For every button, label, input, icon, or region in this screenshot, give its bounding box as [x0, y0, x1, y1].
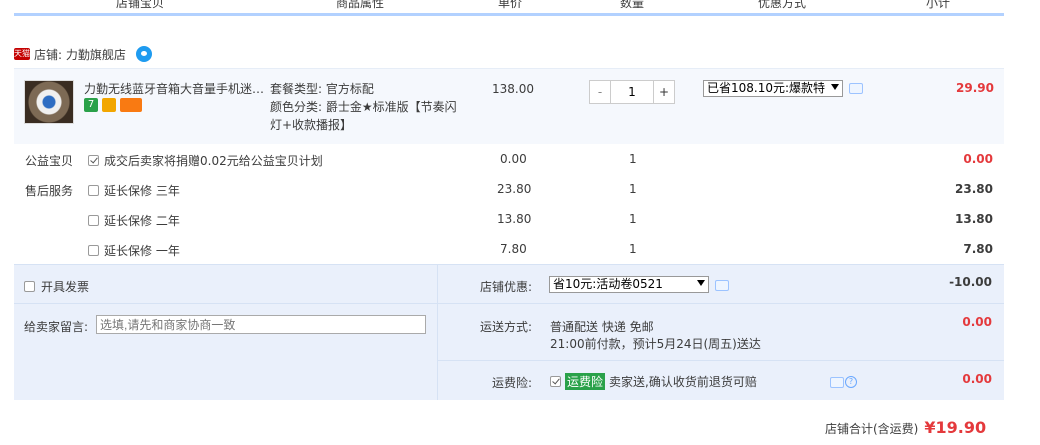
warranty-2y-subtotal: 13.80: [955, 212, 993, 226]
shop-discount-label: 店铺优惠:: [480, 280, 533, 294]
col-attributes: 商品属性: [336, 0, 385, 10]
item-subtotal: 29.90: [956, 81, 994, 95]
promo-info-chat-icon[interactable]: [849, 83, 863, 94]
warranty-1y-price: 7.80: [500, 242, 527, 256]
shipping-method: 普通配送 快递 免邮: [550, 320, 654, 334]
warranty-3y-price: 23.80: [497, 182, 532, 196]
shop-total: 店铺合计(含运费) ¥19.90: [825, 418, 986, 437]
warranty-icon[interactable]: [102, 98, 116, 112]
qty-decrease-button[interactable]: -: [590, 81, 610, 103]
warranty-3y-subtotal: 23.80: [955, 182, 993, 196]
warranty-1y-checkbox[interactable]: [88, 245, 99, 256]
after-sale-label: 售后服务: [25, 184, 74, 198]
header-divider: [14, 13, 1004, 16]
charity-option: 成交后卖家将捐赠0.02元给公益宝贝计划: [88, 152, 323, 169]
panel-divider: [437, 264, 438, 400]
attr-package: 套餐类型: 官方标配: [270, 82, 374, 96]
service-badges: 7: [84, 98, 142, 112]
shop-discount-select[interactable]: 省10元:活动卷0521: [549, 276, 709, 293]
product-title[interactable]: 力勤无线蓝牙音箱大音量手机迷…: [84, 80, 264, 97]
promo-select[interactable]: 已省108.10元:爆款特: [703, 80, 843, 97]
message-label: 给卖家留言:: [24, 320, 89, 334]
message-input[interactable]: [96, 315, 426, 334]
col-quantity: 数量: [620, 0, 645, 10]
unit-price: 138.00: [492, 82, 534, 96]
warranty-2y-qty: 1: [629, 212, 637, 226]
warranty-2y-price: 13.80: [497, 212, 532, 226]
shop-total-amount: ¥19.90: [924, 418, 987, 437]
discount-info-chat-icon[interactable]: [715, 280, 729, 291]
invoice-checkbox[interactable]: [24, 281, 35, 292]
promo-select-value: 已省108.10元:爆款特: [707, 81, 826, 95]
warranty-2y-text: 延长保修 二年: [104, 214, 180, 228]
warranty-3y-qty: 1: [629, 182, 637, 196]
freight-insurance-label: 运费险:: [492, 376, 533, 390]
warranty-1y-subtotal: 7.80: [963, 242, 993, 256]
shop-header: 天猫 店铺: 力勤旗舰店: [14, 44, 152, 64]
wangwang-chat-icon[interactable]: [135, 46, 152, 62]
shop-total-label: 店铺合计(含运费): [825, 422, 919, 436]
warranty-option-3y: 延长保修 三年: [88, 182, 180, 199]
warranty-1y-text: 延长保修 一年: [104, 244, 180, 258]
insurance-chat-icon[interactable]: [830, 377, 844, 388]
shop-discount-amount: -10.00: [949, 275, 992, 289]
freight-insurance-option: 运费险 卖家送,确认收货前退货可赔: [550, 373, 757, 390]
freight-insurance-amount: 0.00: [962, 372, 992, 386]
product-thumbnail[interactable]: [24, 80, 74, 124]
warranty-2y-checkbox[interactable]: [88, 215, 99, 226]
shop-discount-value: 省10元:活动卷0521: [553, 277, 663, 291]
shipping-amount: 0.00: [962, 315, 992, 329]
warranty-option-2y: 延长保修 二年: [88, 212, 180, 229]
credit-card-icon[interactable]: [120, 98, 142, 112]
dropdown-arrow-icon: [831, 84, 839, 90]
col-shop-item: 店铺宝贝: [116, 0, 165, 10]
col-subtotal: 小计: [926, 0, 951, 10]
product-attributes: 套餐类型: 官方标配 颜色分类: 爵士金★标准版【节奏闪灯+收款播报】: [270, 80, 460, 134]
shipping-eta: 21:00前付款，预计5月24日(周五)送达: [550, 337, 761, 351]
row-divider: [14, 303, 1004, 304]
shop-name[interactable]: 店铺: 力勤旗舰店: [34, 46, 126, 63]
charity-price: 0.00: [500, 152, 527, 166]
charity-qty: 1: [629, 152, 637, 166]
warranty-3y-checkbox[interactable]: [88, 185, 99, 196]
charity-text: 成交后卖家将捐赠0.02元给公益宝贝计划: [104, 154, 323, 168]
help-question-icon[interactable]: ?: [845, 376, 857, 388]
invoice-option: 开具发票: [24, 278, 89, 295]
quantity-stepper: - +: [589, 80, 675, 104]
freight-insurance-checkbox[interactable]: [550, 376, 561, 387]
invoice-label: 开具发票: [41, 280, 90, 294]
warranty-3y-text: 延长保修 三年: [104, 184, 180, 198]
warranty-1y-qty: 1: [629, 242, 637, 256]
tmall-badge-icon: 天猫: [14, 48, 30, 60]
qty-increase-button[interactable]: +: [654, 81, 674, 103]
freight-insurance-text: 卖家送,确认收货前退货可赔: [609, 375, 757, 389]
col-discount: 优惠方式: [758, 0, 807, 10]
charity-checkbox[interactable]: [88, 155, 99, 166]
shipping-label: 运送方式:: [480, 320, 533, 334]
qty-input[interactable]: [610, 81, 654, 103]
seven-day-return-icon[interactable]: 7: [84, 98, 98, 112]
col-unit-price: 单价: [498, 0, 523, 10]
charity-label: 公益宝贝: [25, 154, 74, 168]
charity-subtotal: 0.00: [963, 152, 993, 166]
row-divider: [438, 360, 1004, 361]
warranty-option-1y: 延长保修 一年: [88, 242, 180, 259]
dropdown-arrow-icon: [697, 280, 705, 286]
attr-color: 颜色分类: 爵士金★标准版【节奏闪灯+收款播报】: [270, 100, 457, 132]
freight-insurance-tag: 运费险: [565, 373, 606, 390]
